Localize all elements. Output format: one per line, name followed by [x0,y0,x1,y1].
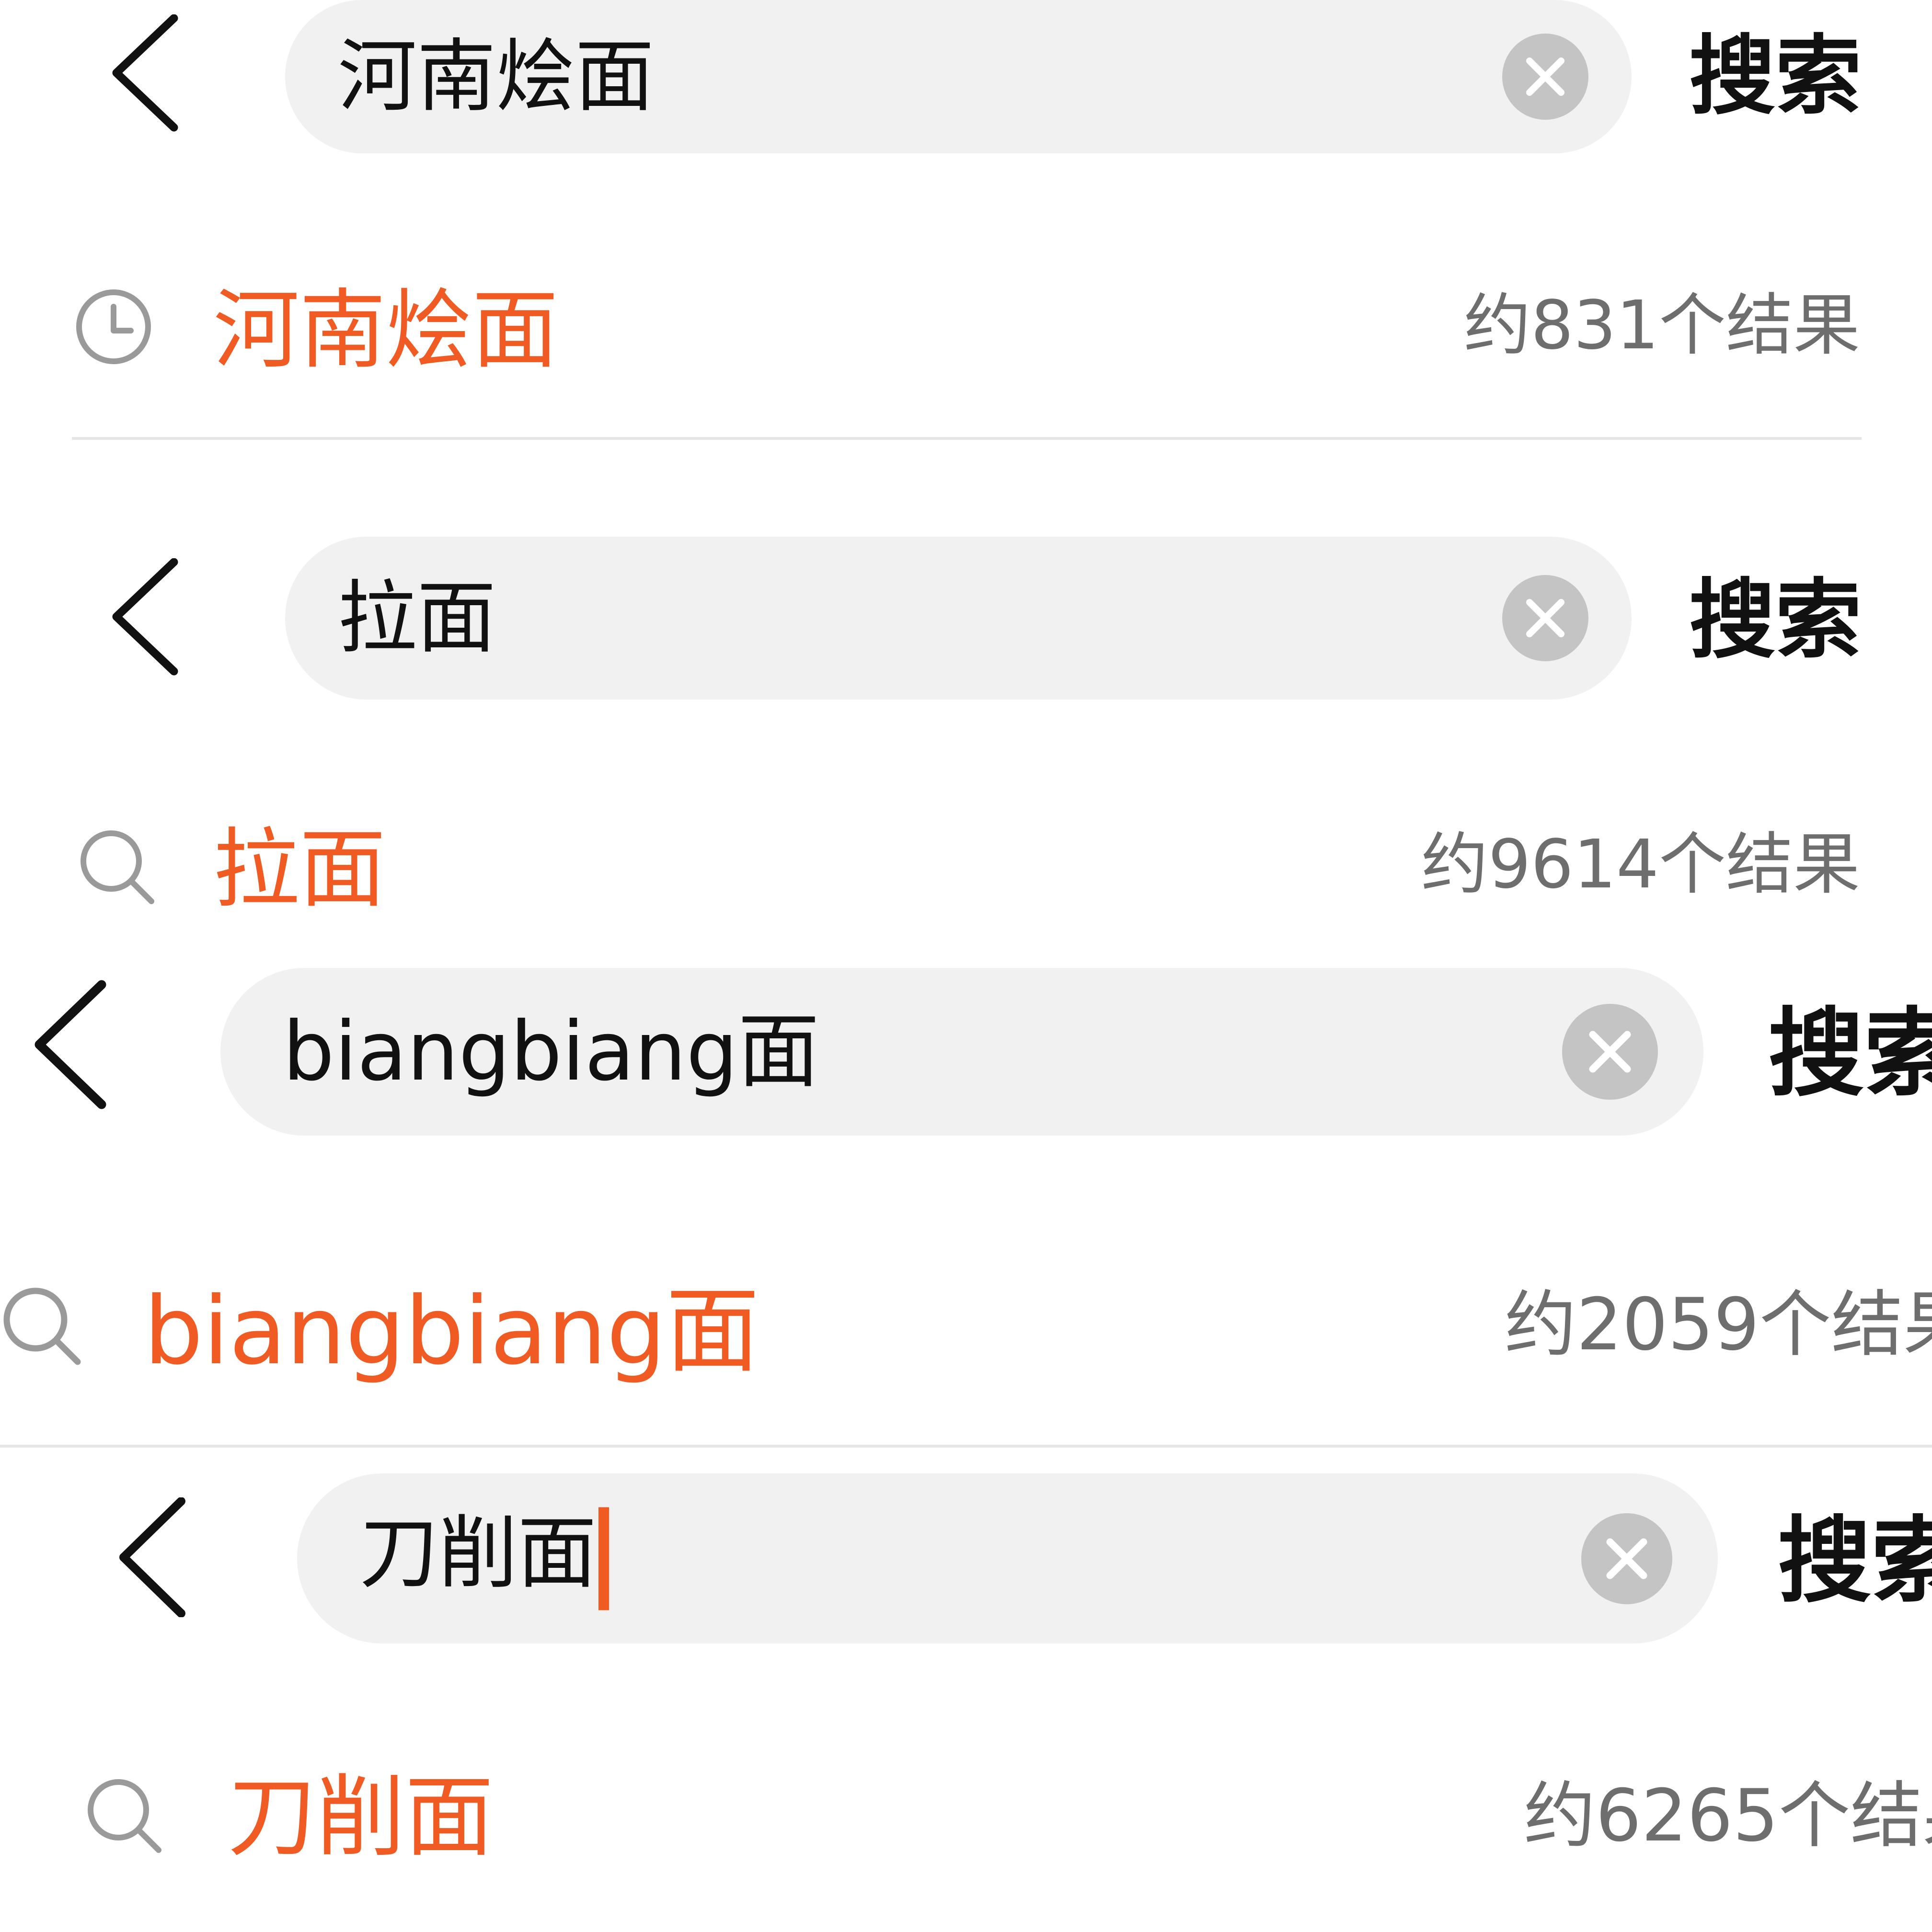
search-icon [80,830,154,904]
clear-button[interactable] [1502,575,1588,661]
text-cursor [598,1507,609,1610]
search-input[interactable]: 拉面 [285,537,1632,700]
clear-x-icon [1606,1538,1647,1579]
back-arrow-icon[interactable] [29,980,115,1109]
search-query-text: biangbiang面 [283,1004,819,1099]
clear-button[interactable] [1502,34,1588,120]
clock-history-icon [76,289,151,364]
divider [0,1445,1932,1448]
result-count: 约9614个结果 [1421,826,1860,904]
back-arrow-icon[interactable] [108,558,184,676]
clear-button[interactable] [1562,1004,1658,1100]
search-panel-1: 河南烩面 搜索 河南烩面 约831个结果 [0,0,1932,450]
clear-x-icon [1526,599,1564,637]
search-icon [3,1288,81,1365]
clear-x-icon [1526,58,1564,96]
search-panel-2: 拉面 搜索 拉面 约9614个结果 [0,534,1932,968]
search-button[interactable]: 搜索 [1689,34,1862,120]
search-panel-4: 刀削面 搜索 刀削面 约6265个结果 [0,1461,1932,1932]
result-count: 约6265个结果 [1524,1774,1932,1858]
suggestion-text[interactable]: 刀削面 [228,1773,494,1862]
search-query-text: 拉面 [338,572,496,664]
search-icon [88,1779,161,1853]
search-query-text: 河南烩面 [338,30,654,123]
search-input[interactable]: biangbiang面 [220,968,1703,1136]
clear-button[interactable] [1581,1513,1672,1604]
suggestion-text[interactable]: 拉面 [213,827,386,913]
back-arrow-icon[interactable] [108,14,184,132]
search-button[interactable]: 搜索 [1778,1514,1932,1608]
search-input[interactable]: 河南烩面 [285,0,1632,153]
back-arrow-icon[interactable] [115,1497,192,1617]
divider [72,437,1862,440]
search-query-text: 刀削面 [359,1507,609,1610]
suggestion-text[interactable]: 河南烩面 [213,288,558,374]
search-button[interactable]: 搜索 [1689,577,1862,664]
result-count: 约2059个结果 [1505,1283,1932,1367]
search-panel-3: biangbiang面 搜索 biangbiang面 约2059个结果 [0,968,1932,1449]
result-count: 约831个结果 [1463,287,1860,365]
search-input[interactable]: 刀削面 [297,1473,1718,1644]
clear-x-icon [1589,1031,1631,1073]
suggestion-text[interactable]: biangbiang面 [144,1284,759,1378]
search-query-value: 刀削面 [359,1506,597,1599]
search-button[interactable]: 搜索 [1768,1006,1932,1102]
